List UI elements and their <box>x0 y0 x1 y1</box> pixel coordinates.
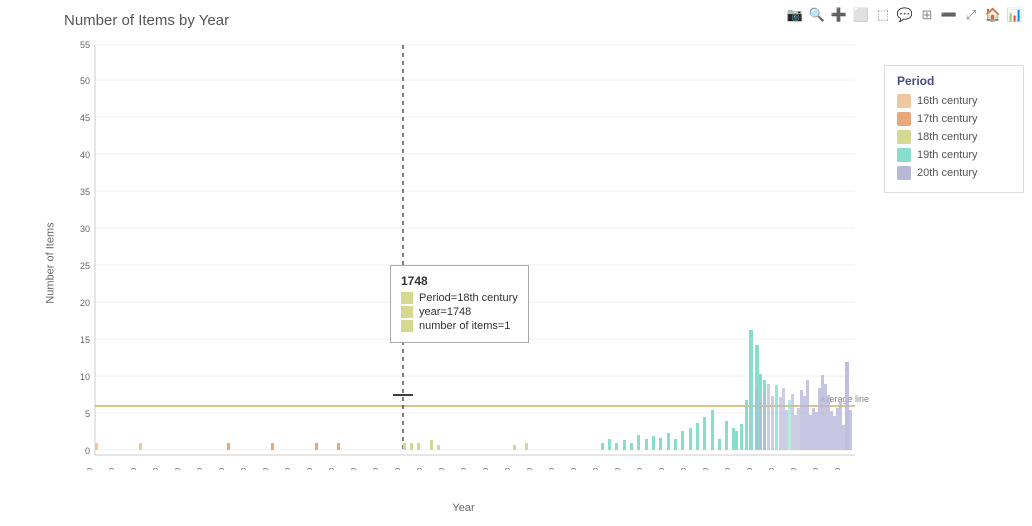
speech-icon[interactable]: 💬 <box>896 6 914 24</box>
legend-title: Period <box>897 74 1011 88</box>
svg-text:1780: 1780 <box>481 468 490 470</box>
legend-item-20c: 20th century <box>897 166 1011 180</box>
chart-title: Number of Items by Year <box>64 12 229 29</box>
legend-swatch-19c <box>897 148 911 162</box>
svg-text:1600: 1600 <box>85 468 94 470</box>
resize-icon[interactable]: ⤢ <box>962 6 980 24</box>
legend-swatch-18c <box>897 130 911 144</box>
svg-text:1810: 1810 <box>547 468 556 470</box>
svg-text:45: 45 <box>80 113 90 123</box>
select-icon[interactable]: ⬜ <box>852 6 870 24</box>
svg-text:1690: 1690 <box>283 468 292 470</box>
svg-text:10: 10 <box>80 372 90 382</box>
svg-text:1930: 1930 <box>811 468 820 470</box>
svg-text:1900: 1900 <box>745 468 754 470</box>
legend-swatch-20c <box>897 166 911 180</box>
legend-label-18c: 18th century <box>917 131 978 143</box>
zoom-icon[interactable]: 🔍 <box>808 6 826 24</box>
svg-text:1850: 1850 <box>635 468 644 470</box>
svg-text:1750: 1750 <box>415 468 424 470</box>
svg-text:1620: 1620 <box>129 468 138 470</box>
svg-text:50: 50 <box>80 76 90 86</box>
lasso-icon[interactable]: ⬚ <box>874 6 892 24</box>
camera-icon[interactable]: 📷 <box>786 6 804 24</box>
svg-text:15: 15 <box>80 335 90 345</box>
plus-icon[interactable]: ➕ <box>830 6 848 24</box>
svg-text:5: 5 <box>85 409 90 419</box>
svg-text:1610: 1610 <box>107 468 116 470</box>
chart-container: Number of Items by Year 📷 🔍 ➕ ⬜ ⬚ 💬 ⊞ ➖ … <box>0 0 1032 526</box>
svg-text:1630: 1630 <box>151 468 160 470</box>
legend-swatch-16c <box>897 94 911 108</box>
legend-label-17c: 17th century <box>917 113 978 125</box>
svg-text:1640: 1640 <box>173 468 182 470</box>
svg-text:1680: 1680 <box>261 468 270 470</box>
toolbar: 📷 🔍 ➕ ⬜ ⬚ 💬 ⊞ ➖ ⤢ 🏠 📊 <box>786 6 1024 24</box>
svg-text:1800: 1800 <box>525 468 534 470</box>
svg-text:1920: 1920 <box>789 468 798 470</box>
svg-text:1820: 1820 <box>569 468 578 470</box>
add-rect-icon[interactable]: ⊞ <box>918 6 936 24</box>
svg-text:1670: 1670 <box>239 468 248 470</box>
svg-text:1760: 1760 <box>437 468 446 470</box>
svg-text:1830: 1830 <box>591 468 600 470</box>
svg-text:1740: 1740 <box>393 468 402 470</box>
legend-swatch-17c <box>897 112 911 126</box>
svg-text:1650: 1650 <box>195 468 204 470</box>
svg-text:1840: 1840 <box>613 468 622 470</box>
svg-text:40: 40 <box>80 150 90 160</box>
svg-text:1710: 1710 <box>327 468 336 470</box>
svg-text:55: 55 <box>80 40 90 50</box>
legend-item-17c: 17th century <box>897 112 1011 126</box>
svg-text:1730: 1730 <box>371 468 380 470</box>
svg-text:30: 30 <box>80 224 90 234</box>
svg-text:1860: 1860 <box>657 468 666 470</box>
svg-text:1870: 1870 <box>679 468 688 470</box>
svg-text:1700: 1700 <box>305 468 314 470</box>
legend-item-19c: 19th century <box>897 148 1011 162</box>
legend-item-18c: 18th century <box>897 130 1011 144</box>
svg-text:1910: 1910 <box>767 468 776 470</box>
svg-text:1880: 1880 <box>701 468 710 470</box>
legend-item-16c: 16th century <box>897 94 1011 108</box>
svg-text:1940: 1940 <box>833 468 842 470</box>
svg-text:1720: 1720 <box>349 468 358 470</box>
svg-text:35: 35 <box>80 187 90 197</box>
x-axis-label: Year <box>55 502 872 514</box>
svg-text:20: 20 <box>80 298 90 308</box>
legend-label-16c: 16th century <box>917 95 978 107</box>
chart-svg: 0 5 10 15 20 25 30 35 40 45 50 55 1600 1… <box>55 40 875 470</box>
svg-text:1890: 1890 <box>723 468 732 470</box>
legend: Period 16th century 17th century 18th ce… <box>884 65 1024 193</box>
svg-text:25: 25 <box>80 261 90 271</box>
minus-icon[interactable]: ➖ <box>940 6 958 24</box>
svg-text:1790: 1790 <box>503 468 512 470</box>
svg-text:1770: 1770 <box>459 468 468 470</box>
svg-text:0: 0 <box>85 446 90 456</box>
bar-chart-icon[interactable]: 📊 <box>1006 6 1024 24</box>
home-icon[interactable]: 🏠 <box>984 6 1002 24</box>
legend-label-20c: 20th century <box>917 167 978 179</box>
legend-label-19c: 19th century <box>917 149 978 161</box>
svg-text:1660: 1660 <box>217 468 226 470</box>
